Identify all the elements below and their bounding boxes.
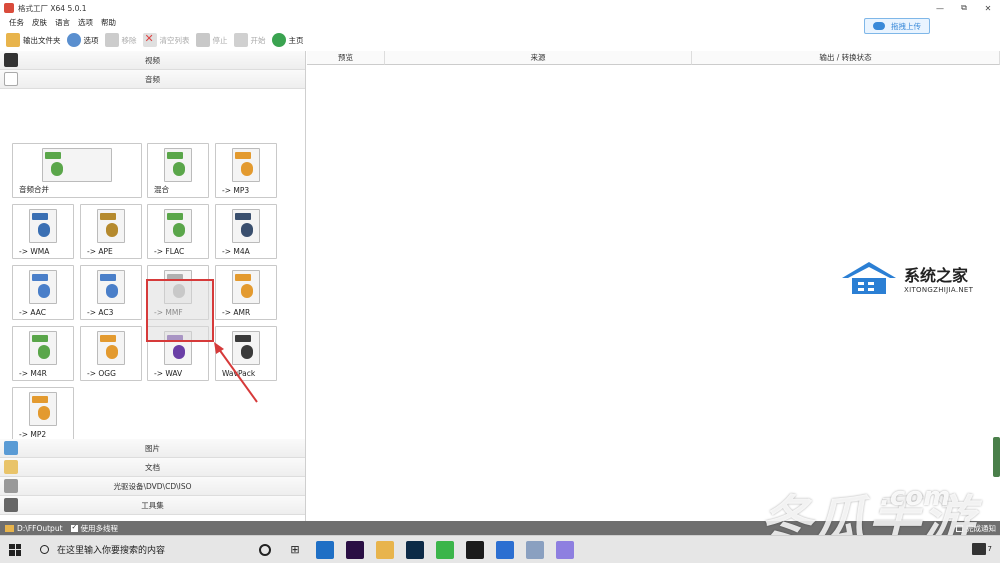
system-tray: 7 bbox=[971, 543, 992, 555]
column-source[interactable]: 来源 bbox=[385, 51, 692, 65]
qq-icon[interactable] bbox=[466, 540, 484, 559]
windows-taskbar: 在这里输入你要搜索的内容 ⊞ bbox=[0, 535, 1000, 563]
premiere-icon[interactable] bbox=[346, 540, 364, 559]
format-factory-icon[interactable] bbox=[526, 540, 544, 559]
output-path[interactable]: D:\FFOutput bbox=[17, 524, 63, 533]
baidu-netdisk-icon[interactable] bbox=[556, 540, 574, 559]
side-scroll-handle[interactable] bbox=[993, 437, 1000, 477]
pinned-apps bbox=[310, 540, 580, 559]
multithread-label: 使用多线程 bbox=[80, 523, 119, 533]
output-folder-icon bbox=[5, 524, 14, 532]
notification-count: 7 bbox=[987, 545, 992, 553]
notification-center-icon[interactable] bbox=[971, 543, 986, 555]
arrow-head bbox=[214, 342, 224, 354]
column-preview[interactable]: 预览 bbox=[307, 51, 385, 65]
arrow-shaft bbox=[215, 344, 258, 403]
photoshop-icon[interactable] bbox=[406, 540, 424, 559]
tablet-icon[interactable] bbox=[496, 540, 514, 559]
file-explorer-icon[interactable] bbox=[376, 540, 394, 559]
windows-logo-icon bbox=[9, 543, 21, 556]
taskbar-search[interactable]: 在这里输入你要搜索的内容 bbox=[30, 536, 250, 563]
xitongzhijia-watermark: 系统之家 XITONGZHIJIA.NET bbox=[838, 258, 973, 298]
brand-watermark-domain: .com bbox=[880, 482, 951, 512]
cortana-icon[interactable] bbox=[259, 543, 271, 556]
search-icon bbox=[40, 545, 49, 554]
start-menu-button[interactable] bbox=[0, 536, 30, 563]
search-placeholder: 在这里输入你要搜索的内容 bbox=[57, 546, 166, 556]
wechat-icon[interactable] bbox=[436, 540, 454, 559]
format-factory-window: 格式工厂 X64 5.0.1 — ⧉ ✕ 任务 皮肤 语言 选项 帮助 拖拽上传… bbox=[0, 0, 1000, 563]
task-view-icon[interactable]: ⊞ bbox=[286, 541, 304, 559]
watermark-cn: 系统之家 bbox=[904, 266, 969, 285]
edge-icon[interactable] bbox=[316, 540, 334, 559]
house-logo-icon bbox=[842, 262, 896, 294]
column-output-status[interactable]: 输出 / 转换状态 bbox=[692, 51, 1000, 65]
watermark-en: XITONGZHIJIA.NET bbox=[904, 286, 974, 294]
multithread-checkbox[interactable] bbox=[70, 523, 78, 532]
